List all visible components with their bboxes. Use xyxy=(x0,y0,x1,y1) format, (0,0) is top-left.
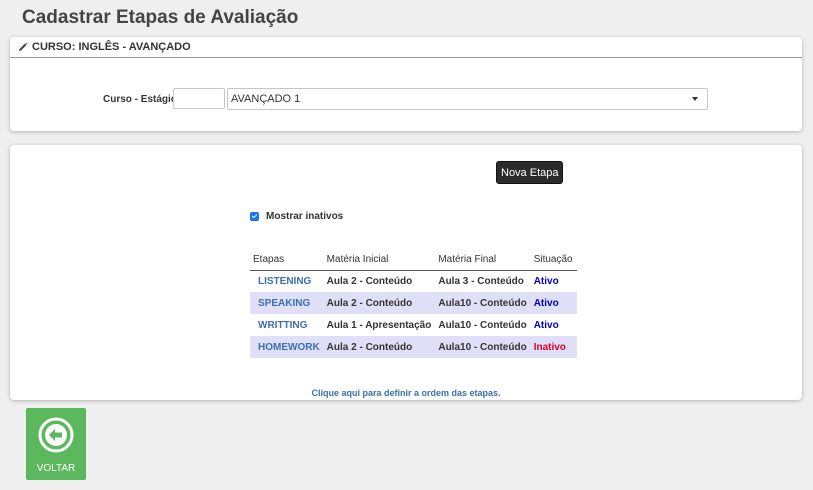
stage-link[interactable]: WRITTING xyxy=(250,314,324,336)
end-subject-cell: Aula10 - Conteúdo xyxy=(435,292,531,314)
status-cell: Ativo xyxy=(533,275,559,287)
start-subject-cell: Aula 1 - Apresentação xyxy=(326,319,432,331)
table-row: LISTENING Aula 2 - Conteúdo Aula 3 - Con… xyxy=(250,270,577,292)
table-row: SPEAKING Aula 2 - Conteúdo Aula10 - Cont… xyxy=(250,292,577,314)
status-cell: Inativo xyxy=(530,336,577,358)
start-subject-cell: Aula 2 - Conteúdo xyxy=(323,292,436,314)
table-row: HOMEWORK Aula 2 - Conteúdo Aula10 - Cont… xyxy=(250,336,577,358)
pencil-icon xyxy=(18,42,28,52)
column-header-situacao: Situação xyxy=(530,249,577,271)
stage-code-input[interactable] xyxy=(173,88,225,109)
stage-link[interactable]: LISTENING xyxy=(250,270,324,292)
show-inactive-label: Mostrar inativos xyxy=(266,211,344,222)
table-header-row: Etapas Matéria Inicial Matéria Final Sit… xyxy=(250,249,577,271)
stage-link[interactable]: SPEAKING xyxy=(250,292,324,314)
column-header-materia-final: Matéria Final xyxy=(435,249,531,271)
start-subject-cell: Aula 2 - Conteúdo xyxy=(323,336,436,358)
arrow-left-circle-icon xyxy=(37,416,75,459)
course-stage-label: Curso - Estágio xyxy=(103,94,177,105)
column-header-etapas: Etapas xyxy=(250,249,324,271)
course-title: CURSO: INGLÊS - AVANÇADO xyxy=(32,41,191,53)
stage-link[interactable]: HOMEWORK xyxy=(250,336,324,358)
column-header-materia-inicial: Matéria Inicial xyxy=(323,249,436,271)
back-button[interactable]: VOLTAR xyxy=(26,408,86,480)
stage-select-value: AVANÇADO 1 xyxy=(231,93,301,105)
end-subject-cell: Aula10 - Conteúdo xyxy=(435,336,531,358)
page-title: Cadastrar Etapas de Avaliação xyxy=(22,7,299,28)
end-subject-cell: Aula 3 - Conteúdo xyxy=(438,275,524,287)
show-inactive-checkbox[interactable] xyxy=(250,212,259,221)
end-subject-cell: Aula10 - Conteúdo xyxy=(438,319,527,331)
stages-panel: Nova Etapa Mostrar inativos Etapas Matér… xyxy=(10,145,802,400)
define-order-link[interactable]: Clique aqui para definir a ordem das eta… xyxy=(10,388,802,398)
chevron-down-icon xyxy=(692,97,698,101)
status-cell: Ativo xyxy=(533,319,559,331)
table-row: WRITTING Aula 1 - Apresentação Aula10 - … xyxy=(250,314,577,336)
back-button-label: VOLTAR xyxy=(36,463,76,474)
show-inactive-toggle[interactable]: Mostrar inativos xyxy=(250,211,343,222)
course-panel-header: CURSO: INGLÊS - AVANÇADO xyxy=(10,37,802,58)
status-cell: Ativo xyxy=(530,292,577,314)
course-panel: CURSO: INGLÊS - AVANÇADO Curso - Estágio… xyxy=(10,37,802,131)
stage-select[interactable]: AVANÇADO 1 xyxy=(227,88,708,110)
stages-table: Etapas Matéria Inicial Matéria Final Sit… xyxy=(250,249,577,358)
new-stage-button[interactable]: Nova Etapa xyxy=(496,161,564,184)
start-subject-cell: Aula 2 - Conteúdo xyxy=(326,275,413,287)
